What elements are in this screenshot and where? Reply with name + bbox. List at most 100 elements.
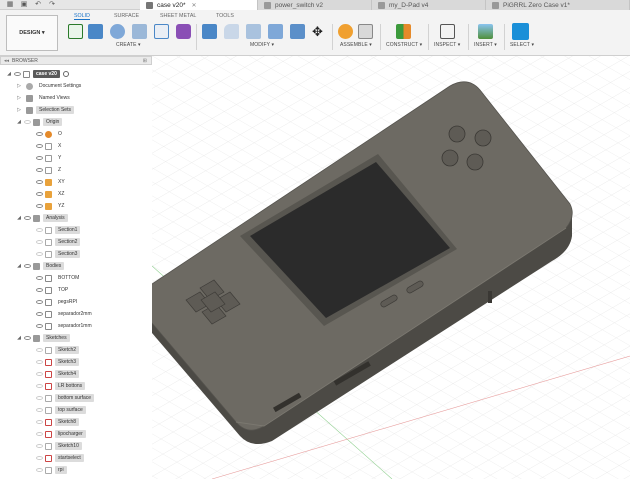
tree-origin-item[interactable]: YZ bbox=[34, 201, 67, 211]
workspace-switcher-button[interactable]: DESIGN ▾ bbox=[6, 15, 58, 51]
select-icon[interactable] bbox=[512, 23, 529, 40]
select-menu[interactable]: SELECT ▾ bbox=[510, 42, 534, 48]
tab-sheet-metal[interactable]: SHEET METAL bbox=[160, 13, 196, 19]
tab-pigrrl-zero-case[interactable]: PiGRRL Zero Case v1* bbox=[486, 0, 630, 10]
caret-down-icon[interactable]: ◢ bbox=[16, 263, 22, 269]
tree-analysis-item[interactable]: Section1 bbox=[34, 225, 81, 235]
tree-body-item[interactable]: TOP bbox=[34, 285, 71, 295]
tree-origin-item[interactable]: X bbox=[34, 141, 64, 151]
press-pull-icon[interactable] bbox=[202, 24, 217, 39]
visibility-eye-icon[interactable] bbox=[36, 468, 43, 472]
tree-sketches[interactable]: ◢ Sketches bbox=[16, 333, 70, 343]
tab-solid[interactable]: SOLID bbox=[74, 13, 90, 20]
insert-menu[interactable]: INSERT ▾ bbox=[474, 42, 497, 48]
insert-image-icon[interactable] bbox=[478, 24, 493, 39]
tree-analysis-item[interactable]: Section2 bbox=[34, 237, 81, 247]
tree-origin-item[interactable]: XZ bbox=[34, 189, 67, 199]
visibility-eye-icon[interactable] bbox=[24, 264, 31, 268]
tab-tools[interactable]: TOOLS bbox=[216, 13, 234, 19]
assemble-menu[interactable]: ASSEMBLE ▾ bbox=[340, 42, 372, 48]
tree-body-item[interactable]: separador2mm bbox=[34, 309, 95, 319]
visibility-eye-icon[interactable] bbox=[36, 156, 43, 160]
visibility-eye-icon[interactable] bbox=[36, 228, 43, 232]
tree-analysis-item[interactable]: Section3 bbox=[34, 249, 81, 259]
tree-origin-item[interactable]: Z bbox=[34, 165, 64, 175]
tree-sketch-item[interactable]: Sketch8 bbox=[34, 417, 80, 427]
sweep-icon[interactable] bbox=[132, 24, 147, 39]
pin-icon[interactable]: ⊞ bbox=[143, 58, 147, 64]
visibility-eye-icon[interactable] bbox=[36, 444, 43, 448]
tree-analysis[interactable]: ◢ Analysis bbox=[16, 213, 68, 223]
visibility-eye-icon[interactable] bbox=[36, 300, 43, 304]
tree-selection-sets[interactable]: ▷ Selection Sets bbox=[16, 105, 74, 115]
activate-radio-icon[interactable] bbox=[62, 71, 69, 77]
tree-document-settings[interactable]: ▷ Document Settings bbox=[16, 81, 84, 91]
caret-down-icon[interactable]: ◢ bbox=[6, 71, 12, 77]
visibility-eye-icon[interactable] bbox=[36, 456, 43, 460]
tree-origin[interactable]: ◢ Origin bbox=[16, 117, 63, 127]
loft-icon[interactable] bbox=[154, 24, 169, 39]
form-icon[interactable] bbox=[176, 24, 191, 39]
measure-icon[interactable] bbox=[440, 24, 455, 39]
redo-icon[interactable]: ↷ bbox=[48, 1, 56, 9]
caret-down-icon[interactable]: ◢ bbox=[16, 215, 22, 221]
visibility-eye-icon[interactable] bbox=[36, 348, 43, 352]
create-sketch-icon[interactable] bbox=[68, 24, 83, 39]
tree-origin-item[interactable]: O bbox=[34, 129, 65, 139]
inspect-menu[interactable]: INSPECT ▾ bbox=[434, 42, 460, 48]
save-icon[interactable]: ▣ bbox=[20, 1, 28, 9]
combine-icon[interactable] bbox=[290, 24, 305, 39]
visibility-eye-icon[interactable] bbox=[24, 120, 31, 124]
visibility-eye-icon[interactable] bbox=[24, 336, 31, 340]
tree-sketch-item[interactable]: lipocharger bbox=[34, 429, 86, 439]
tab-power-switch[interactable]: power_switch v2 bbox=[258, 0, 372, 10]
undo-icon[interactable]: ↶ bbox=[34, 1, 42, 9]
tree-named-views[interactable]: ▷ Named Views bbox=[16, 93, 73, 103]
fillet-icon[interactable] bbox=[224, 24, 239, 39]
caret-down-icon[interactable]: ◢ bbox=[16, 119, 22, 125]
visibility-eye-icon[interactable] bbox=[36, 168, 43, 172]
tab-case-v20[interactable]: case v20* ✕ bbox=[140, 0, 258, 10]
revolve-icon[interactable] bbox=[110, 24, 125, 39]
tree-origin-item[interactable]: XY bbox=[34, 177, 68, 187]
3d-viewport[interactable] bbox=[152, 56, 630, 479]
tree-sketch-item[interactable]: bottom surface bbox=[34, 393, 95, 403]
close-icon[interactable]: ✕ bbox=[192, 2, 197, 9]
tree-bodies[interactable]: ◢ Bodies bbox=[16, 261, 65, 271]
tree-sketch-item[interactable]: Sketch4 bbox=[34, 369, 80, 379]
visibility-eye-icon[interactable] bbox=[36, 132, 43, 136]
tree-sketch-item[interactable]: Sketch3 bbox=[34, 357, 80, 367]
offset-plane-icon[interactable] bbox=[396, 24, 411, 39]
visibility-eye-icon[interactable] bbox=[36, 204, 43, 208]
construct-menu[interactable]: CONSTRUCT ▾ bbox=[386, 42, 422, 48]
file-icon[interactable]: ▦ bbox=[6, 1, 14, 9]
caret-down-icon[interactable]: ◢ bbox=[16, 335, 22, 341]
visibility-eye-icon[interactable] bbox=[36, 312, 43, 316]
visibility-eye-icon[interactable] bbox=[36, 432, 43, 436]
tree-origin-item[interactable]: Y bbox=[34, 153, 64, 163]
visibility-eye-icon[interactable] bbox=[14, 72, 21, 76]
move-icon[interactable]: ✥ bbox=[310, 24, 325, 39]
tree-sketch-item[interactable]: top surface bbox=[34, 405, 86, 415]
new-component-icon[interactable] bbox=[338, 24, 353, 39]
tree-body-item[interactable]: BOTTOM bbox=[34, 273, 82, 283]
extrude-icon[interactable] bbox=[88, 24, 103, 39]
tree-sketch-item[interactable]: rpi bbox=[34, 465, 67, 475]
visibility-eye-icon[interactable] bbox=[36, 324, 43, 328]
tree-body-item[interactable]: pegsRPI bbox=[34, 297, 80, 307]
visibility-eye-icon[interactable] bbox=[36, 240, 43, 244]
chamfer-icon[interactable] bbox=[246, 24, 261, 39]
tree-body-item[interactable]: separador1mm bbox=[34, 321, 95, 331]
visibility-eye-icon[interactable] bbox=[36, 372, 43, 376]
visibility-eye-icon[interactable] bbox=[36, 276, 43, 280]
visibility-eye-icon[interactable] bbox=[36, 288, 43, 292]
tree-sketch-item[interactable]: LR bottons bbox=[34, 381, 86, 391]
tree-sketch-item[interactable]: Sketch2 bbox=[34, 345, 80, 355]
visibility-eye-icon[interactable] bbox=[24, 216, 31, 220]
modify-menu[interactable]: MODIFY ▾ bbox=[250, 42, 274, 48]
visibility-eye-icon[interactable] bbox=[36, 384, 43, 388]
caret-right-icon[interactable]: ▷ bbox=[16, 107, 22, 113]
tab-my-d-pad[interactable]: my_D-Pad v4 bbox=[372, 0, 486, 10]
create-menu[interactable]: CREATE ▾ bbox=[116, 42, 141, 48]
visibility-eye-icon[interactable] bbox=[36, 180, 43, 184]
